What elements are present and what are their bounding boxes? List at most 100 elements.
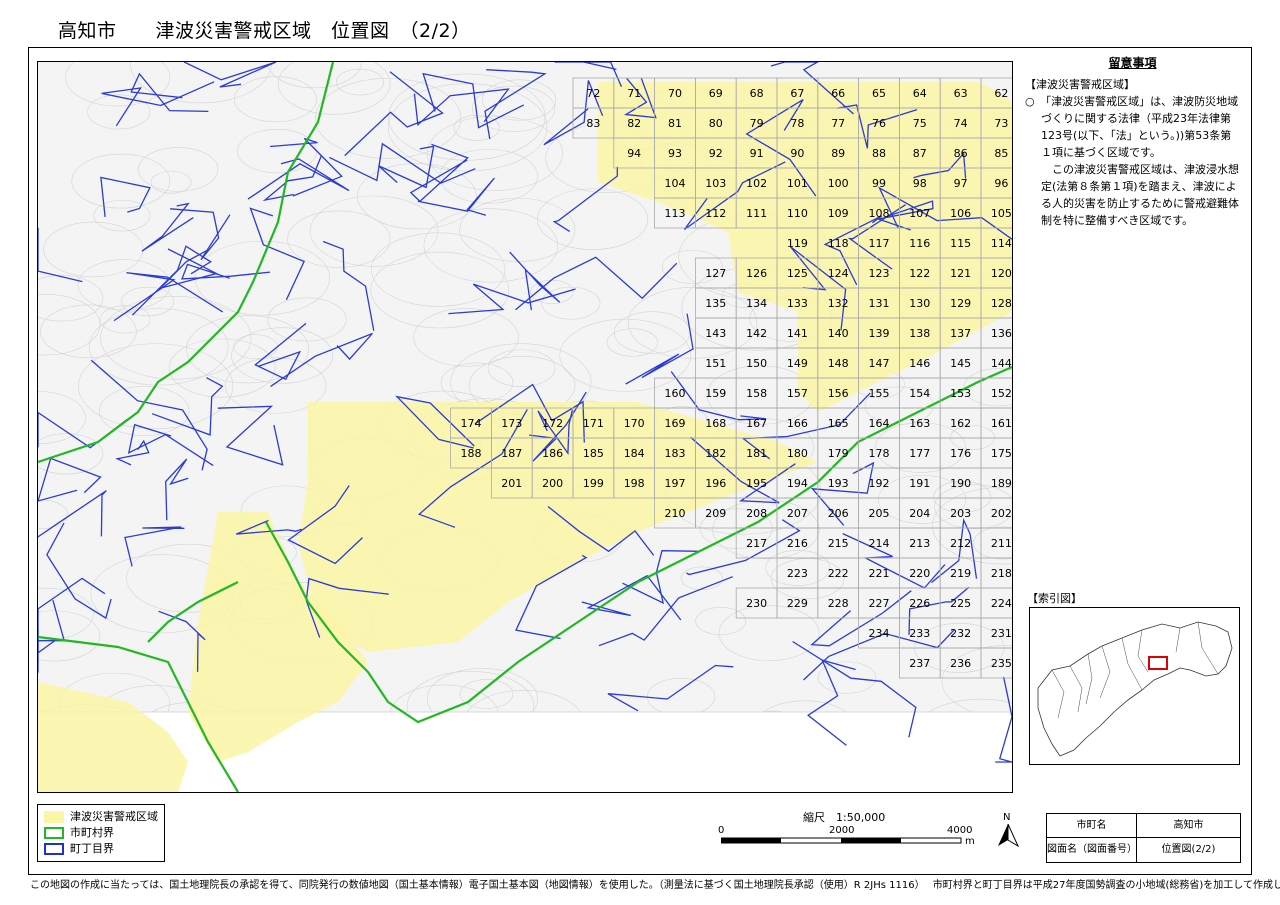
sheet-cell[interactable]: 189: [980, 467, 1012, 499]
sheet-number: 65: [872, 87, 886, 100]
sheet-cell[interactable]: 163: [899, 407, 941, 439]
sheet-number: 225: [950, 597, 971, 610]
sheet-number: 67: [790, 87, 804, 100]
sheet-number: 119: [787, 237, 808, 250]
sheet-number: 235: [991, 657, 1012, 670]
sheet-cell[interactable]: 226: [899, 587, 941, 619]
sheet-header: 図面名（図面番号）: [1047, 838, 1137, 862]
sheet-cell[interactable]: 213: [899, 527, 941, 559]
sheet-cell[interactable]: 177: [899, 437, 941, 469]
sheet-number: 227: [869, 597, 890, 610]
sheet-cell[interactable]: 176: [939, 437, 982, 469]
sheet-cell[interactable]: 227: [858, 587, 900, 619]
sheet-number: 175: [991, 447, 1012, 460]
sheet-number: 141: [787, 327, 808, 340]
sheet-cell[interactable]: 235: [980, 647, 1012, 679]
sheet-cell[interactable]: 166: [776, 407, 819, 439]
sheet-cell[interactable]: 161: [980, 407, 1012, 439]
sheet-cell[interactable]: 178: [858, 437, 900, 469]
sheet-cell[interactable]: 190: [939, 467, 982, 499]
sheet-number: 120: [991, 267, 1012, 280]
sheet-cell[interactable]: 205: [858, 497, 900, 529]
sheet-number: 121: [950, 267, 971, 280]
notes-section-title: 【津波災害警戒区域】: [1025, 78, 1135, 91]
sheet-number: 185: [583, 447, 604, 460]
sheet-number: 220: [909, 567, 930, 580]
sheet-cell[interactable]: 151: [695, 347, 737, 379]
sheet-number: 226: [909, 597, 930, 610]
sheet-number: 154: [909, 387, 930, 400]
sheet-number: 191: [909, 477, 930, 490]
sheet-number: 85: [994, 147, 1008, 160]
sheet-cell[interactable]: 229: [776, 587, 819, 619]
sheet-cell[interactable]: 165: [817, 407, 859, 439]
sheet-cell[interactable]: 225: [939, 587, 982, 619]
sheet-cell[interactable]: 212: [939, 527, 982, 559]
sheet-number: 102: [746, 177, 767, 190]
sheet-cell[interactable]: 234: [858, 617, 900, 649]
sheet-cell[interactable]: 219: [939, 557, 982, 589]
map-credit: この地図の作成に当たっては、国土地理院長の承認を得て、同院発行の数値地図（国土基…: [30, 880, 1280, 891]
sheet-cell[interactable]: 218: [980, 557, 1012, 589]
sheet-number: 142: [746, 327, 767, 340]
sheet-number: 70: [668, 87, 682, 100]
sheet-cell[interactable]: 150: [735, 347, 778, 379]
sheet-number: 89: [831, 147, 845, 160]
sheet-cell[interactable]: 158: [735, 377, 778, 409]
sheet-number: 190: [950, 477, 971, 490]
sheet-cell[interactable]: 231: [980, 617, 1012, 649]
sheet-cell[interactable]: 211: [980, 527, 1012, 559]
sheet-number: 143: [705, 327, 726, 340]
sheet-cell[interactable]: 159: [695, 377, 737, 409]
index-map[interactable]: [1029, 607, 1240, 765]
sheet-number: 104: [665, 177, 686, 190]
scale-unit: m: [965, 836, 975, 847]
sheet-number: 151: [705, 357, 726, 370]
sheet-number: 164: [869, 417, 890, 430]
sheet-cell[interactable]: 179: [817, 437, 859, 469]
sheet-cell[interactable]: 142: [735, 317, 778, 349]
sheet-number: 229: [787, 597, 808, 610]
notes-bullet-2: この津波災害警戒区域は、津波浸水想定(法第８条第１項)を踏まえ、津波による人的災…: [1041, 163, 1239, 227]
sheet-cell[interactable]: 207: [776, 497, 819, 529]
sheet-number: 209: [705, 507, 726, 520]
sheet-cell[interactable]: 221: [858, 557, 900, 589]
sheet-number: 146: [909, 357, 930, 370]
sheet-number: 82: [627, 117, 641, 130]
sheet-number: 117: [869, 237, 890, 250]
sheet-cell[interactable]: 160: [654, 377, 696, 409]
sheet-cell[interactable]: 127: [695, 257, 737, 289]
index-map-label: 【索引図】: [1027, 592, 1082, 605]
sheet-cell[interactable]: 152: [980, 377, 1012, 409]
sheet-cell[interactable]: 135: [695, 287, 737, 319]
sheet-number: 197: [665, 477, 686, 490]
north-arrow-icon: [998, 824, 1020, 848]
sheet-cell[interactable]: 237: [899, 647, 941, 679]
sheet-cell[interactable]: 175: [980, 437, 1012, 469]
sheet-cell[interactable]: 202: [980, 497, 1012, 529]
sheet-cell[interactable]: 224: [980, 587, 1012, 619]
sheet-number: 105: [991, 207, 1012, 220]
scale-bar-graphic: [721, 837, 962, 844]
sheet-cell[interactable]: 162: [939, 407, 982, 439]
sheet-cell[interactable]: 222: [817, 557, 859, 589]
tsunami-zone-map[interactable]: 62 63 64 65 66 67 68 69 70 71 72 73 74 75 76 77 78 79 80 81…: [38, 62, 1012, 792]
sheet-cell[interactable]: 217: [735, 527, 778, 559]
sheet-cell[interactable]: 228: [817, 587, 859, 619]
sheet-number: 196: [705, 477, 726, 490]
city-value: 高知市: [1137, 814, 1240, 838]
sheet-cell[interactable]: 215: [817, 527, 859, 559]
map-panel[interactable]: 62 63 64 65 66 67 68 69 70 71 72 73 74 75 76 77 78 79 80 81…: [37, 61, 1013, 793]
sheet-cell[interactable]: 193: [817, 467, 859, 499]
sheet-cell[interactable]: 220: [899, 557, 941, 589]
sheet-cell[interactable]: 232: [939, 617, 982, 649]
sheet-cell[interactable]: 230: [735, 587, 778, 619]
sheet-cell[interactable]: 164: [858, 407, 900, 439]
sheet-number: 207: [787, 507, 808, 520]
sheet-number: 118: [828, 237, 849, 250]
sheet-number: 66: [831, 87, 845, 100]
sheet-number: 233: [909, 627, 930, 640]
sheet-cell[interactable]: 236: [939, 647, 982, 679]
sheet-number: 217: [746, 537, 767, 550]
prefecture-outline: [1037, 621, 1233, 757]
